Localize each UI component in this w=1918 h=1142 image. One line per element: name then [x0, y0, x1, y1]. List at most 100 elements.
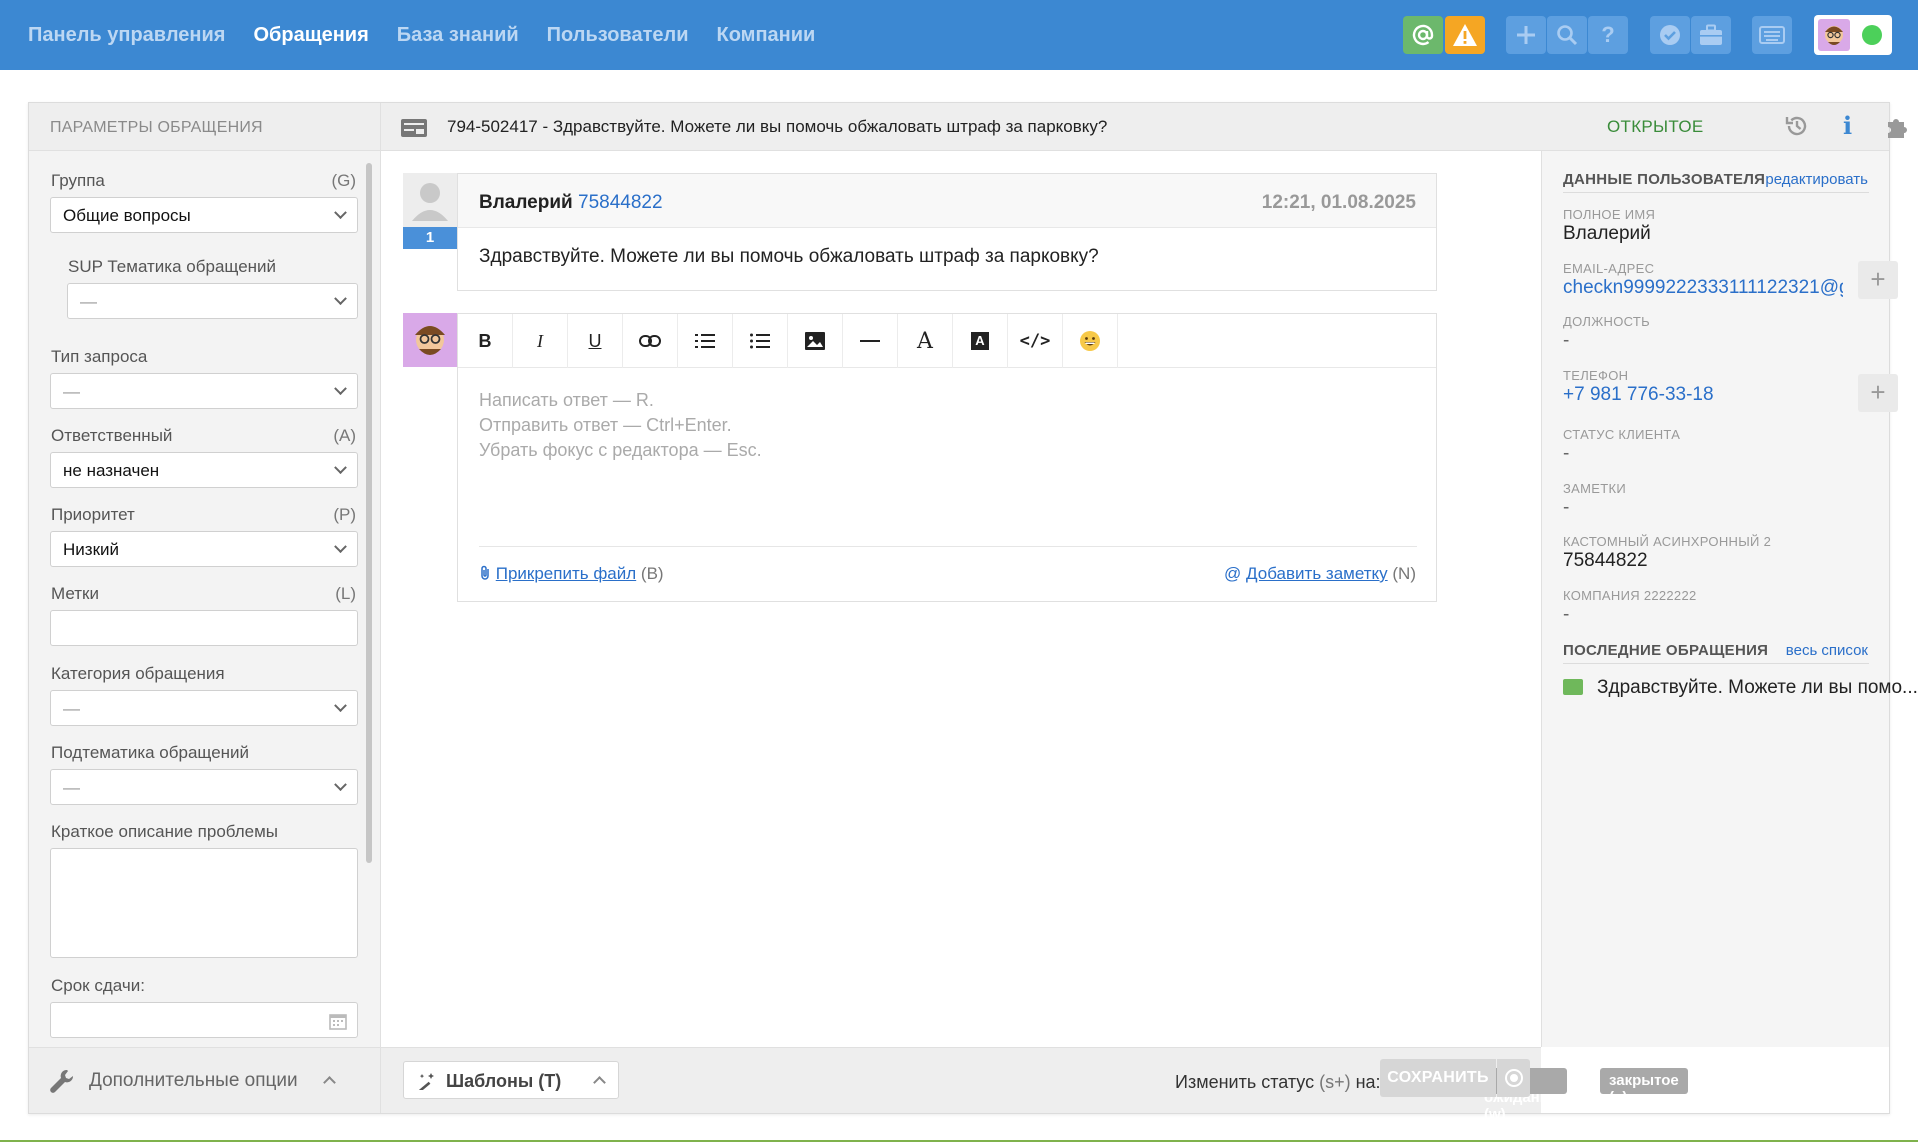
- keyboard-shortcuts-button[interactable]: [1752, 16, 1792, 54]
- bullet-list-button[interactable]: [733, 314, 788, 368]
- image-button[interactable]: [788, 314, 843, 368]
- short-description-textarea[interactable]: [50, 848, 358, 958]
- phone-value[interactable]: +7 981 776-33-18: [1563, 384, 1714, 406]
- user-details-panel: ДАННЫЕ ПОЛЬЗОВАТЕЛЯ редактировать ПОЛНОЕ…: [1541, 151, 1918, 1047]
- position-value: -: [1563, 330, 1570, 351]
- mention-button[interactable]: [1403, 16, 1443, 54]
- group-label: Группа: [51, 171, 105, 190]
- message-text: Здравствуйте. Можете ли вы помочь обжало…: [479, 246, 1099, 267]
- create-button[interactable]: [1506, 16, 1546, 54]
- message-time: 12:21, 01.08.2025: [1261, 192, 1416, 213]
- edit-user-link[interactable]: редактировать: [1765, 171, 1868, 188]
- top-navigation-bar: Панель управления Обращения База знаний …: [0, 0, 1918, 70]
- briefcase-icon: [1700, 24, 1722, 45]
- help-button[interactable]: ?: [1588, 16, 1628, 54]
- deadline-label: Срок сдачи:: [51, 976, 145, 995]
- company-value: -: [1563, 604, 1570, 625]
- assignee-shortcut: (A): [333, 426, 356, 445]
- all-tickets-link[interactable]: весь список: [1786, 642, 1868, 659]
- save-button[interactable]: СОХРАНИТЬ: [1380, 1059, 1496, 1097]
- group-value: Общие вопросы: [63, 206, 191, 225]
- nav-tickets[interactable]: Обращения: [253, 24, 368, 47]
- assignee-select[interactable]: не назначен: [50, 452, 358, 488]
- email-value[interactable]: checkn999922233311112232­1@gmail: [1563, 277, 1843, 299]
- font-background-button[interactable]: A: [953, 314, 1008, 368]
- underline-button[interactable]: U: [568, 314, 623, 368]
- at-sign-icon: @: [1224, 564, 1242, 583]
- sup-topic-select[interactable]: —: [67, 283, 358, 319]
- briefcase-button[interactable]: [1691, 16, 1731, 54]
- author-name: Влалерий: [479, 192, 573, 213]
- numbered-list-button[interactable]: [678, 314, 733, 368]
- phone-label: ТЕЛЕФОН: [1563, 368, 1629, 383]
- font-color-button[interactable]: A: [898, 314, 953, 368]
- calendar-icon[interactable]: [329, 1012, 347, 1030]
- client-status-label: СТАТУС КЛИЕНТА: [1563, 427, 1681, 442]
- search-button[interactable]: [1547, 16, 1587, 54]
- bold-button[interactable]: B: [458, 314, 513, 368]
- editor-toolbar: B I U A A </>: [458, 314, 1436, 368]
- warning-button[interactable]: [1445, 16, 1485, 54]
- status-closed-button[interactable]: закрытое (c): [1600, 1068, 1688, 1106]
- group-select[interactable]: Общие вопросы: [50, 197, 358, 233]
- user-menu[interactable]: [1814, 15, 1892, 55]
- add-phone-button[interactable]: +: [1858, 374, 1898, 412]
- add-note-link[interactable]: Добавить заметку: [1246, 564, 1388, 583]
- deadline-input[interactable]: [50, 1002, 358, 1038]
- numbered-list-icon: [695, 334, 715, 348]
- check-badge-icon: [1660, 25, 1680, 45]
- extra-options-toggle[interactable]: Дополнительные опции: [29, 1047, 380, 1113]
- save-options-button[interactable]: [1497, 1059, 1530, 1097]
- code-button[interactable]: </>: [1008, 314, 1063, 368]
- ticket-status[interactable]: ОТКРЫТОЕ: [1607, 117, 1703, 137]
- notes-label: ЗАМЕТКИ: [1563, 481, 1626, 496]
- message-header: Влалерий 75844822 12:21, 01.08.2025: [458, 174, 1436, 228]
- change-status-label: Изменить статус (s+) на:: [1175, 1072, 1381, 1093]
- nav-users[interactable]: Пользователи: [547, 24, 689, 47]
- recent-ticket-item[interactable]: Здравствуйте. Можете ли вы помо...: [1563, 677, 1918, 699]
- group-shortcut: (G): [331, 171, 356, 190]
- request-type-select[interactable]: —: [50, 373, 358, 409]
- assignee-label: Ответственный: [51, 426, 173, 445]
- italic-button[interactable]: I: [513, 314, 568, 368]
- info-icon[interactable]: i: [1843, 111, 1852, 140]
- tasks-button[interactable]: [1650, 16, 1690, 54]
- tags-input[interactable]: [50, 610, 358, 646]
- full-name-label: ПОЛНОЕ ИМЯ: [1563, 207, 1656, 222]
- reply-editor: B I U A A </> Написать ответ — R. Отправ…: [457, 313, 1437, 602]
- horizontal-rule-button[interactable]: [843, 314, 898, 368]
- category-select[interactable]: —: [50, 690, 358, 726]
- emoji-button[interactable]: [1063, 314, 1118, 368]
- nav-companies[interactable]: Компании: [717, 24, 816, 47]
- priority-select[interactable]: Низкий: [50, 531, 358, 567]
- tags-label: Метки: [51, 584, 99, 603]
- reply-input[interactable]: Написать ответ — R. Отправить ответ — Ct…: [479, 388, 762, 463]
- nav-dashboard[interactable]: Панель управления: [28, 24, 225, 47]
- templates-button[interactable]: Шаблоны (T): [403, 1061, 619, 1099]
- attach-file-link[interactable]: Прикрепить файл: [496, 564, 636, 583]
- left-panel-scrollbar[interactable]: [366, 163, 372, 863]
- subtopic-select[interactable]: —: [50, 769, 358, 805]
- nav-knowledge-base[interactable]: База знаний: [397, 24, 519, 47]
- email-label: EMAIL-АДРЕС: [1563, 261, 1655, 276]
- short-description-label: Краткое описание проблемы: [51, 822, 279, 841]
- priority-label: Приоритет: [51, 505, 135, 524]
- author-id-link[interactable]: 75844822: [578, 192, 663, 213]
- ticket-parameters-panel: ПАРАМЕТРЫ ОБРАЩЕНИЯ Группа (G) Общие воп…: [29, 103, 381, 1113]
- bullet-list-icon: [750, 333, 770, 349]
- chevron-down-icon: [334, 382, 347, 396]
- puzzle-icon[interactable]: [1885, 113, 1911, 139]
- emoji-icon: [1080, 331, 1100, 351]
- agent-avatar: [403, 313, 457, 367]
- subtopic-value: —: [63, 778, 80, 797]
- change-status-suffix: на:: [1350, 1072, 1381, 1092]
- position-label: ДОЛЖНОСТЬ: [1563, 314, 1650, 329]
- add-email-button[interactable]: +: [1858, 261, 1898, 299]
- attach-file-shortcut: (B): [640, 564, 664, 583]
- question-icon: ?: [1601, 22, 1615, 47]
- add-note: @ Добавить заметку (N): [1224, 564, 1416, 584]
- link-button[interactable]: [623, 314, 678, 368]
- italic-icon: I: [537, 330, 543, 351]
- chevron-down-icon: [334, 699, 347, 713]
- history-icon[interactable]: [1784, 113, 1810, 139]
